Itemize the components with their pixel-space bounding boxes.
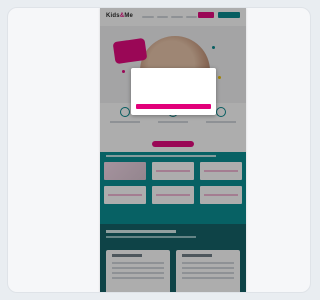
modal-backdrop [100,8,246,292]
dialog-body [136,76,211,94]
cookie-settings-link[interactable] [151,98,196,102]
cookie-consent-dialog [131,68,216,115]
accept-cookies-button[interactable] [136,104,211,109]
screenshot-card: Kids&Me [7,7,311,293]
webpage-preview: Kids&Me [100,8,246,292]
